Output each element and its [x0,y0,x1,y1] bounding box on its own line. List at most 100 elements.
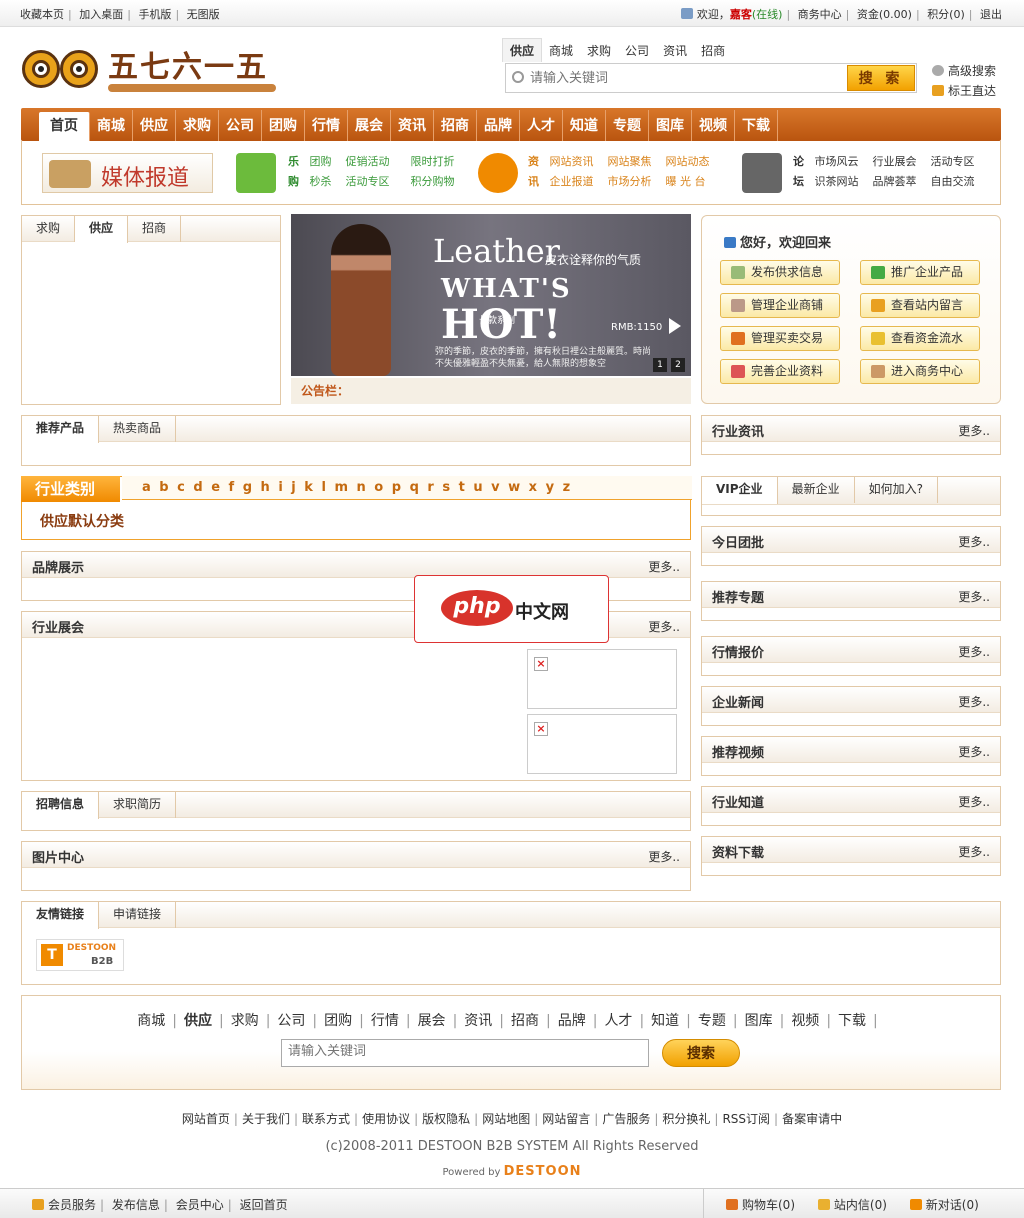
news-link[interactable]: 曝 光 台 [666,175,706,188]
nav-item[interactable]: 人才 [520,110,563,143]
publish-info-button[interactable]: 发布供求信息 [720,260,840,285]
publish-link[interactable]: 发布信息 [112,1198,160,1212]
shop-link[interactable]: 限时打折 [410,155,454,168]
nav-item[interactable]: 商城 [90,110,133,143]
industry-news-more-link[interactable]: 更多.. [958,422,990,439]
nav-item[interactable]: 品牌 [477,110,520,143]
footer-nav-link[interactable]: 下载 [838,1013,866,1029]
footer-link[interactable]: 关于我们 [242,1112,290,1126]
nav-item[interactable]: 团购 [262,110,305,143]
promote-products-button[interactable]: 推广企业产品 [860,260,980,285]
nav-item[interactable]: 供应 [133,110,176,143]
news-link[interactable]: 市场分析 [608,175,652,188]
manage-trades-button[interactable]: 管理买卖交易 [720,326,840,351]
username-link[interactable]: 嘉客 [730,8,752,21]
tab-hot-products[interactable]: 热卖商品 [99,416,177,442]
footer-nav-link[interactable]: 招商 [511,1013,539,1029]
footer-link[interactable]: 使用协议 [362,1112,410,1126]
sidebar-more-link[interactable]: 更多.. [958,588,990,605]
media-report-button[interactable]: 媒体报道 [42,153,213,193]
forum-link[interactable]: 行业展会 [873,155,917,168]
tab-buy[interactable]: 求购 [22,216,76,242]
footer-nav-link[interactable]: 公司 [277,1013,305,1029]
default-category-link[interactable]: 供应默认分类 [40,511,124,531]
footer-search-input[interactable] [288,1044,628,1059]
tab-recommended-products[interactable]: 推荐产品 [22,416,100,443]
destoon-logo-link[interactable]: T DESTOON B2B [36,939,124,971]
nav-item[interactable]: 下载 [735,110,778,143]
sidebar-more-link[interactable]: 更多.. [958,643,990,660]
desktop-link[interactable]: 加入桌面 [79,8,123,21]
mobile-link[interactable]: 手机版 [138,8,171,21]
manage-shop-button[interactable]: 管理企业商铺 [720,293,840,318]
search-tab-mall[interactable]: 商城 [542,39,580,62]
cart-link[interactable]: 购物车(0) [742,1198,795,1212]
back-home-link[interactable]: 返回首页 [240,1198,288,1212]
complete-profile-button[interactable]: 完善企业资料 [720,359,840,384]
tab-how-to-join[interactable]: 如何加入? [855,477,938,503]
shop-link[interactable]: 积分购物 [410,175,454,188]
shop-link[interactable]: 秒杀 [310,175,332,188]
nav-item[interactable]: 行情 [305,110,348,143]
mail-link[interactable]: 站内信(0) [834,1198,887,1212]
news-link[interactable]: 网站聚焦 [608,155,652,168]
footer-link[interactable]: 版权隐私 [422,1112,470,1126]
tab-supply[interactable]: 供应 [75,216,129,243]
forum-link[interactable]: 活动专区 [931,155,975,168]
shop-link[interactable]: 团购 [310,155,332,168]
expo-image[interactable]: × [527,714,677,774]
footer-nav-link[interactable]: 求购 [231,1013,259,1029]
enter-business-center-button[interactable]: 进入商务中心 [860,359,980,384]
play-icon[interactable] [669,318,681,334]
view-messages-button[interactable]: 查看站内留言 [860,293,980,318]
tab-vip-companies[interactable]: VIP企业 [702,477,778,504]
nav-item[interactable]: 展会 [348,110,391,143]
destoon-brand-link[interactable]: DESTOON [504,1164,582,1179]
search-input[interactable] [530,69,830,87]
search-tab-supply[interactable]: 供应 [502,38,543,62]
footer-nav-link[interactable]: 商城 [137,1013,165,1029]
sidebar-more-link[interactable]: 更多.. [958,533,990,550]
footer-nav-link[interactable]: 视频 [791,1013,819,1029]
chat-link[interactable]: 新对话(0) [926,1198,979,1212]
footer-nav-link[interactable]: 团购 [324,1013,352,1029]
footer-nav-link[interactable]: 人才 [604,1013,632,1029]
footer-link[interactable]: 备案审请中 [782,1112,842,1126]
tab-jobs[interactable]: 招聘信息 [22,792,100,819]
bookmark-link[interactable]: 收藏本页 [20,8,64,21]
site-logo[interactable]: 五七六一五 [22,40,277,100]
member-service-link[interactable]: 会员服务 [48,1198,96,1212]
footer-nav-link[interactable]: 专题 [698,1013,726,1029]
sidebar-more-link[interactable]: 更多.. [958,793,990,810]
sidebar-more-link[interactable]: 更多.. [958,743,990,760]
slide-2-button[interactable]: 2 [671,358,685,372]
footer-link[interactable]: 联系方式 [302,1112,350,1126]
footer-nav-link[interactable]: 供应 [184,1013,212,1029]
photos-more-link[interactable]: 更多.. [648,848,680,865]
funds-link[interactable]: 资金(0.00) [857,8,912,21]
footer-search-button[interactable]: 搜索 [662,1039,740,1067]
tab-invest[interactable]: 招商 [128,216,182,242]
logout-link[interactable]: 退出 [980,8,1002,21]
forum-link[interactable]: 市场风云 [815,155,859,168]
view-funds-button[interactable]: 查看资金流水 [860,326,980,351]
nav-item[interactable]: 知道 [563,110,606,143]
business-center-link[interactable]: 商务中心 [798,8,842,21]
search-tab-buy[interactable]: 求购 [580,39,618,62]
member-center-link[interactable]: 会员中心 [176,1198,224,1212]
news-link[interactable]: 网站资讯 [550,155,594,168]
search-tab-company[interactable]: 公司 [618,39,656,62]
footer-link[interactable]: 网站留言 [542,1112,590,1126]
banner-slideshow[interactable]: Leather 皮衣诠释你的气质 WHAT'S HOT! 长款系列 RMB:11… [291,214,691,376]
nav-item[interactable]: 招商 [434,110,477,143]
footer-link[interactable]: 网站首页 [182,1112,230,1126]
nav-item[interactable]: 求购 [176,110,219,143]
nav-item[interactable]: 公司 [219,110,262,143]
forum-link[interactable]: 识茶网站 [815,175,859,188]
search-button[interactable]: 搜 索 [847,65,915,91]
footer-nav-link[interactable]: 品牌 [558,1013,586,1029]
advanced-search-link[interactable]: 高级搜索 [948,64,996,78]
forum-link[interactable]: 自由交流 [931,175,975,188]
footer-nav-link[interactable]: 资讯 [464,1013,492,1029]
bid-link[interactable]: 标王直达 [948,84,996,98]
